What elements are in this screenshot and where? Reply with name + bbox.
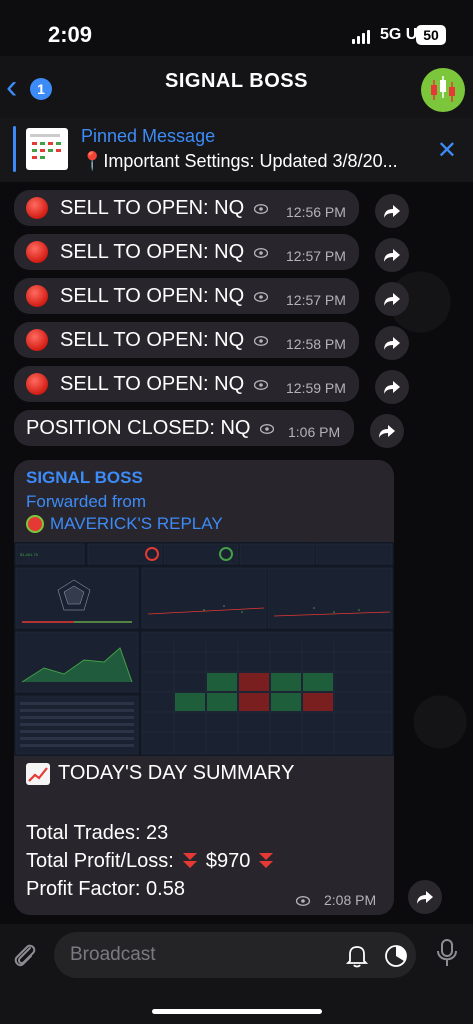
chart-up-icon bbox=[26, 762, 50, 785]
profit-factor: Profit Factor: 0.58 bbox=[26, 878, 185, 900]
eye-icon bbox=[254, 380, 268, 390]
forwarded-source[interactable]: MAVERICK'S REPLAY bbox=[26, 514, 223, 534]
signal-icon bbox=[352, 30, 370, 44]
message-text: SELL TO OPEN: NQ bbox=[60, 373, 245, 395]
message-bubble[interactable]: SELL TO OPEN: NQ 12:57 PM bbox=[14, 234, 359, 270]
broadcast-input[interactable]: Broadcast bbox=[54, 932, 416, 978]
share-arrow-icon[interactable] bbox=[375, 282, 409, 316]
share-arrow-icon[interactable] bbox=[375, 326, 409, 360]
pinned-text: 📍Important Settings: Updated 3/8/20... bbox=[81, 151, 398, 171]
forwarded-message-card[interactable]: SIGNAL BOSS Forwarded from MAVERICK'S RE… bbox=[14, 460, 394, 915]
forwarded-label: Forwarded from bbox=[26, 492, 146, 511]
red-circle-icon bbox=[26, 373, 48, 395]
red-circle-icon bbox=[26, 329, 48, 351]
summary-heading: TODAY'S DAY SUMMARY bbox=[26, 762, 294, 785]
message-text: SELL TO OPEN: NQ bbox=[60, 329, 245, 351]
svg-text:$1,461.75: $1,461.75 bbox=[20, 552, 39, 557]
share-arrow-icon[interactable] bbox=[375, 194, 409, 228]
message-text: POSITION CLOSED: NQ bbox=[26, 417, 251, 439]
profit-loss-value: $970 bbox=[205, 850, 251, 872]
status-bar: 2:09 5G UC 50 bbox=[0, 0, 473, 64]
channel-title[interactable]: SIGNAL BOSS bbox=[0, 70, 473, 93]
eye-icon bbox=[254, 292, 268, 302]
pinned-message-bar[interactable]: Pinned Message 📍Important Settings: Upda… bbox=[0, 118, 473, 183]
down-arrows-icon bbox=[259, 852, 274, 868]
bell-icon[interactable] bbox=[346, 944, 368, 968]
message-time: 12:58 PM bbox=[286, 336, 346, 352]
forwarded-channel-name[interactable]: SIGNAL BOSS bbox=[26, 468, 143, 488]
share-arrow-icon[interactable] bbox=[408, 880, 442, 914]
message-time: 12:57 PM bbox=[286, 248, 346, 264]
message-bubble[interactable]: SELL TO OPEN: NQ 12:59 PM bbox=[14, 366, 359, 402]
battery-icon: 50 bbox=[416, 25, 446, 45]
message-text: SELL TO OPEN: NQ bbox=[60, 241, 245, 263]
eye-icon bbox=[254, 336, 268, 346]
source-avatar-icon bbox=[26, 515, 44, 533]
red-circle-icon bbox=[26, 241, 48, 263]
broadcast-placeholder: Broadcast bbox=[70, 944, 156, 965]
forwarded-source-name[interactable]: MAVERICK'S REPLAY bbox=[50, 514, 223, 534]
message-time: 1:06 PM bbox=[288, 424, 341, 440]
summary-title: TODAY'S DAY SUMMARY bbox=[58, 762, 295, 784]
message-text: SELL TO OPEN: NQ bbox=[60, 197, 245, 219]
pinned-title: Pinned Message bbox=[81, 126, 216, 146]
pinned-indicator bbox=[13, 126, 16, 172]
message-time: 12:57 PM bbox=[286, 292, 346, 308]
share-arrow-icon[interactable] bbox=[370, 414, 404, 448]
status-time: 2:09 bbox=[48, 22, 93, 47]
message-text: SELL TO OPEN: NQ bbox=[60, 285, 245, 307]
message-time: 2:08 PM bbox=[324, 892, 377, 908]
chat-header: ‹ 1 SIGNAL BOSS bbox=[0, 56, 473, 118]
message-bubble[interactable]: SELL TO OPEN: NQ 12:58 PM bbox=[14, 322, 359, 358]
profit-loss-label: Total Profit/Loss: bbox=[26, 850, 174, 872]
close-icon[interactable]: ✕ bbox=[437, 136, 457, 165]
message-bubble[interactable]: SELL TO OPEN: NQ 12:57 PM bbox=[14, 278, 359, 314]
home-indicator[interactable] bbox=[152, 1009, 322, 1014]
message-time: 12:59 PM bbox=[286, 380, 346, 396]
message-list[interactable]: SELL TO OPEN: NQ 12:56 PM SELL TO OPEN: … bbox=[0, 182, 473, 924]
eye-icon bbox=[260, 424, 274, 434]
composer-bar: Broadcast bbox=[0, 924, 473, 1024]
paperclip-icon[interactable] bbox=[12, 940, 38, 970]
pinned-thumbnail bbox=[26, 128, 68, 170]
red-circle-icon bbox=[26, 285, 48, 307]
share-arrow-icon[interactable] bbox=[375, 238, 409, 272]
down-arrows-icon bbox=[182, 852, 197, 868]
message-bubble[interactable]: SELL TO OPEN: NQ 12:56 PM bbox=[14, 190, 359, 226]
message-bubble[interactable]: POSITION CLOSED: NQ 1:06 PM bbox=[14, 410, 354, 446]
channel-avatar[interactable] bbox=[421, 68, 465, 112]
dashboard-screenshot[interactable]: $1,461.75 bbox=[14, 542, 394, 756]
eye-icon bbox=[254, 248, 268, 258]
total-trades: Total Trades: 23 bbox=[26, 822, 169, 844]
red-circle-icon bbox=[26, 197, 48, 219]
eye-icon bbox=[296, 896, 310, 906]
total-profit-loss: Total Profit/Loss: $970 bbox=[26, 850, 276, 873]
eye-icon bbox=[254, 204, 268, 214]
message-time: 12:56 PM bbox=[286, 204, 346, 220]
microphone-icon[interactable] bbox=[435, 938, 459, 968]
share-arrow-icon[interactable] bbox=[375, 370, 409, 404]
clock-icon[interactable] bbox=[384, 944, 408, 968]
